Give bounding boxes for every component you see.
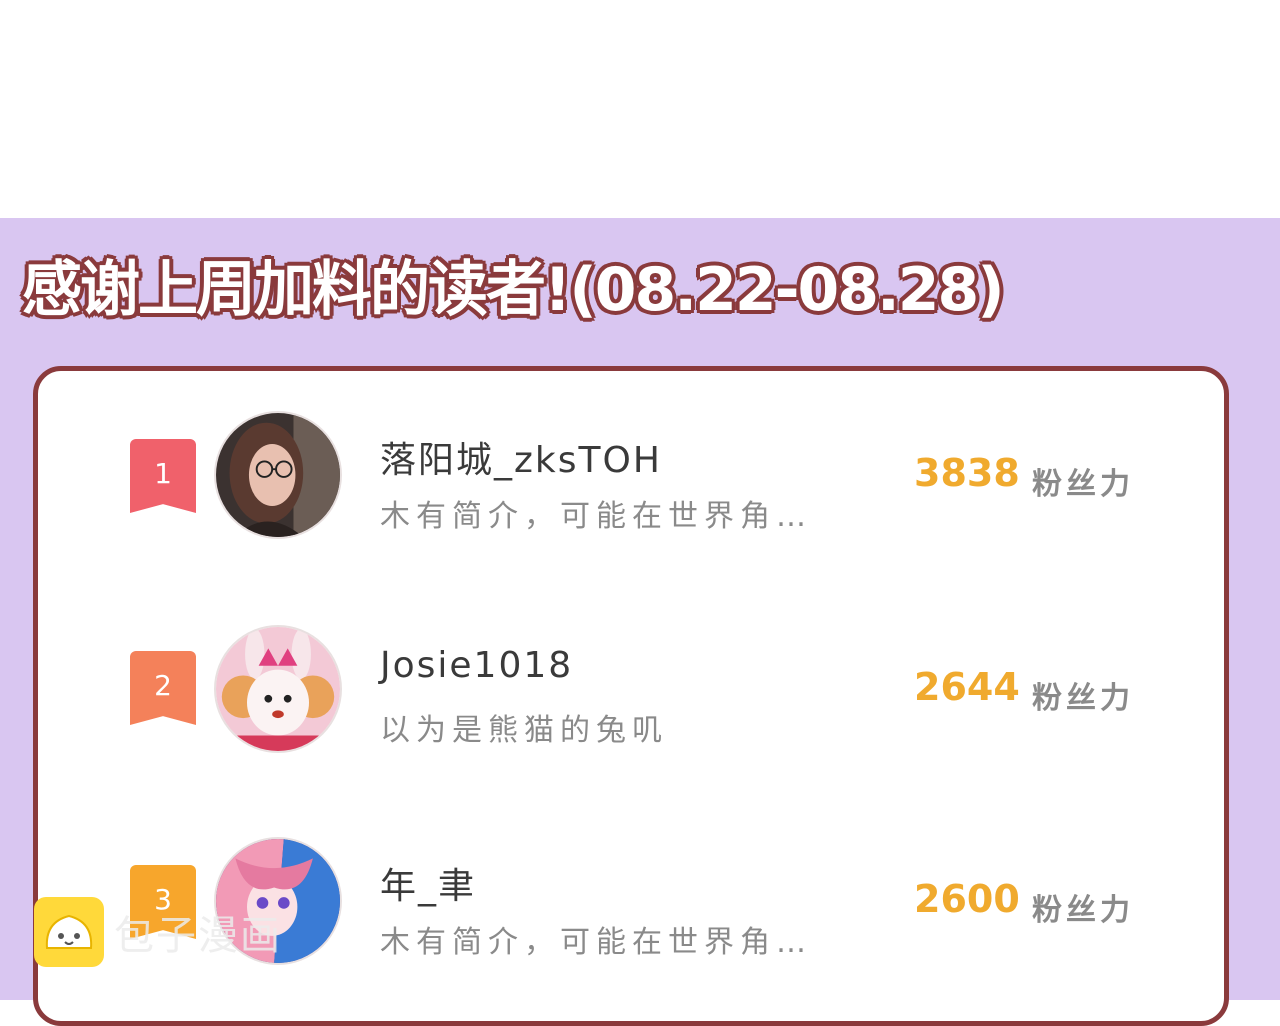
rank-badge: 1	[130, 439, 196, 513]
page-title: 感谢上周加料的读者!(08.22-08.28)	[22, 255, 1005, 325]
reader-name[interactable]: Josie1018	[380, 645, 573, 686]
fan-score-unit: 粉丝力	[1032, 681, 1134, 716]
ranking-row[interactable]: 2 Josie1018 以为是熊猫的兔叽 2644 粉丝力	[38, 625, 1224, 765]
bunny-plush-avatar-icon	[216, 627, 340, 751]
top-blank-area	[0, 0, 1280, 218]
avatar[interactable]	[214, 411, 342, 539]
fan-score: 3838	[914, 451, 1020, 495]
ranking-row[interactable]: 1 落阳城_zksTOH 木有简介，可能在世界角… 3838 粉丝力	[38, 411, 1224, 551]
reader-bio: 木有简介，可能在世界角…	[380, 499, 812, 534]
reader-bio: 木有简介，可能在世界角…	[380, 925, 812, 960]
reader-name[interactable]: 年_聿	[380, 857, 476, 909]
reader-bio: 以为是熊猫的兔叽	[380, 713, 668, 748]
reader-name[interactable]: 落阳城_zksTOH	[380, 431, 662, 483]
avatar[interactable]	[214, 625, 342, 753]
fan-score-unit: 粉丝力	[1032, 467, 1134, 502]
fan-score-unit: 粉丝力	[1032, 893, 1134, 928]
fan-score: 2600	[914, 877, 1020, 921]
watermark: 包子漫画	[34, 896, 282, 968]
watermark-text: 包子漫画	[114, 913, 282, 959]
fan-score: 2644	[914, 665, 1020, 709]
girl-with-glasses-avatar-icon	[216, 413, 340, 537]
bun-logo-icon	[34, 897, 104, 967]
rank-badge: 2	[130, 651, 196, 725]
